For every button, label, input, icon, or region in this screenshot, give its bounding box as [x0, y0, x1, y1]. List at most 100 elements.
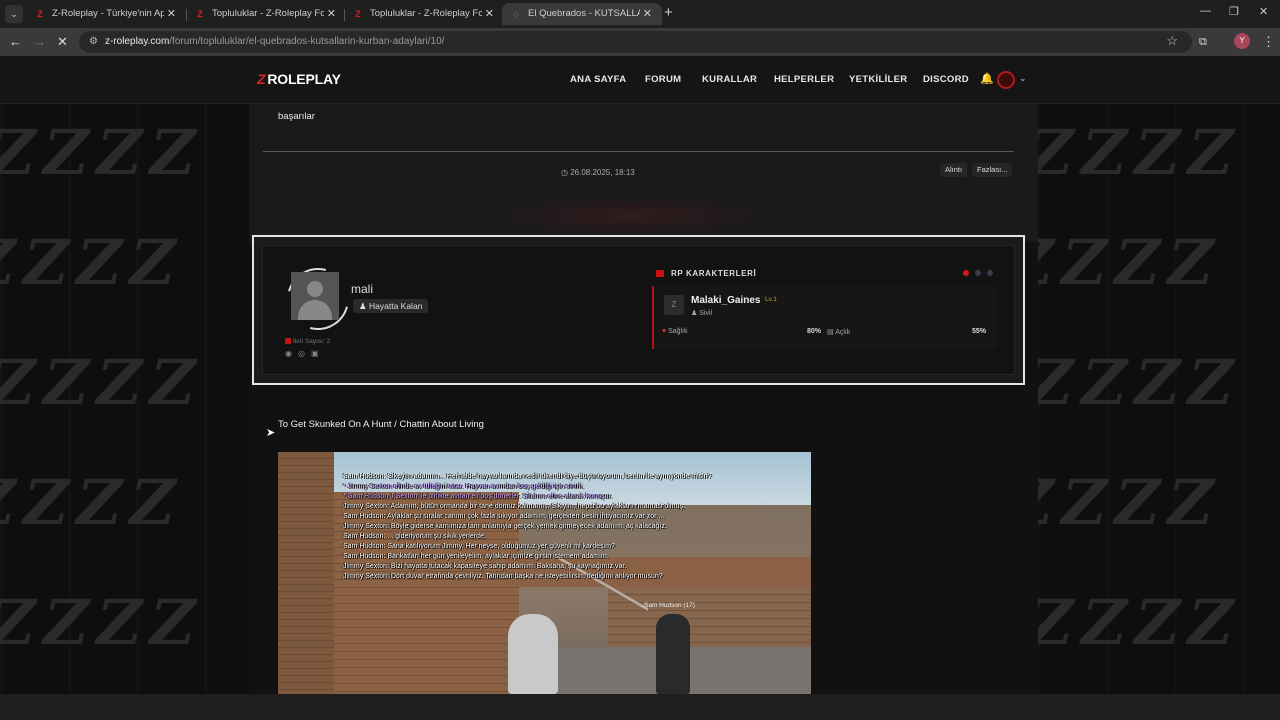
site-info-icon[interactable]: ⚙ — [87, 35, 100, 48]
tab-search-button[interactable]: ⌄ — [5, 5, 23, 23]
chat-line: Jimmy Sexton: Adamım, bütün ormanda bir … — [343, 503, 685, 510]
close-icon[interactable]: ✕ — [485, 3, 494, 25]
site-logo[interactable]: Z ROLEPLAY — [257, 71, 341, 87]
food-icon: ▤ — [827, 329, 834, 336]
rp-characters-title: RP KARAKTERLERİ — [671, 269, 757, 278]
bookmark-star-icon[interactable]: ☆ — [1166, 33, 1178, 49]
chat-line: Sam Hudson: ... gideriyorum şu sikik yer… — [343, 533, 486, 540]
instagram-icon[interactable]: ▣ — [311, 349, 319, 358]
url-path: /forum/topluluklar/el-quebrados-kutsalla… — [169, 36, 445, 47]
z-pattern-decoration: ZZZZ — [1038, 226, 1229, 299]
chat-line: Jimmy Sexton: Dört duvar etrafında çevri… — [343, 573, 663, 580]
character-name: Malaki_Gaines — [691, 295, 761, 306]
z-pattern-decoration: ZZZZ — [0, 226, 191, 299]
url-text[interactable]: z-roleplay.com/forum/topluluklar/el-queb… — [105, 36, 444, 47]
chevron-down-icon[interactable]: ⌄ — [1019, 73, 1027, 84]
close-icon[interactable]: ✕ — [327, 3, 336, 25]
post-image-game-screenshot[interactable]: Sam Hudson (17) Sam Hudson: Sikeyim adam… — [278, 452, 811, 694]
browser-profile-avatar[interactable]: Y — [1234, 33, 1250, 49]
post-date: ◷ 26.08.2025, 18:13 — [561, 168, 635, 177]
nav-ana-sayfa[interactable]: ANA SAYFA — [570, 74, 626, 85]
character-role: ♟ Sivil — [691, 309, 712, 317]
scene-character — [508, 614, 558, 694]
z-pattern-decoration: ZZZZ — [0, 346, 211, 419]
chat-line: Sam Hudson: Aylaklar şu sıralar canımı ç… — [343, 513, 665, 520]
browser-tab-active[interactable]: ◌ El Quebrados - KUTSALLARIN K ✕ — [502, 3, 662, 25]
close-window-icon[interactable]: ✕ — [1259, 5, 1268, 18]
post-text: başarılar — [278, 111, 315, 122]
post-date-text: 26.08.2025, 18:13 — [570, 168, 635, 177]
post-divider — [263, 151, 1014, 152]
forward-arrow-icon[interactable]: → — [33, 34, 46, 50]
chat-line-action: * Sam Hudson J.Sexton ile birlikte avdan… — [343, 493, 613, 500]
nav-discord[interactable]: DISCORD — [923, 74, 969, 85]
health-value: 80% — [807, 328, 822, 335]
nav-forum[interactable]: FORUM — [645, 74, 681, 85]
site-header: Z ROLEPLAY ANA SAYFA FORUM KURALLAR HELPE… — [0, 56, 1280, 104]
logo-text: ROLEPLAY — [267, 71, 341, 87]
chat-line-action: * Jimmy Sexton elinde av tüfeğini tutar.… — [343, 483, 584, 490]
health-label: Sağlık — [668, 328, 688, 335]
tab-title: Topluluklar - Z-Roleplay Forum — [212, 8, 324, 19]
z-pattern-decoration: ZZZZ — [0, 466, 191, 539]
browser-menu-icon[interactable]: ⋮ — [1262, 34, 1275, 50]
stop-loading-icon[interactable]: ✕ — [57, 34, 68, 50]
back-arrow-icon[interactable]: ← — [9, 34, 22, 50]
notification-bell-icon[interactable]: 🔔 — [980, 72, 994, 85]
person-icon: ♟ — [691, 310, 698, 317]
clock-icon: ◷ — [561, 168, 568, 177]
health-stat: ♥ Sağlık — [662, 328, 688, 335]
discord-icon[interactable]: ◉ — [285, 349, 292, 358]
hunger-stat: ▤ Açlık — [827, 328, 850, 336]
background-logo-watermark — [480, 196, 780, 236]
chat-line: Jimmy Sexton: Böyle giderse karnımıza ta… — [343, 523, 667, 530]
carousel-dot[interactable] — [975, 270, 981, 276]
quote-button[interactable]: Alıntı — [940, 163, 968, 177]
address-bar[interactable]: ⚙ z-roleplay.com/forum/topluluklar/el-qu… — [79, 31, 1192, 53]
nav-yetkililer[interactable]: YETKİLİLER — [849, 74, 907, 85]
nav-helperler[interactable]: HELPERLER — [774, 74, 834, 85]
tab-title: Topluluklar - Z-Roleplay Forum — [370, 8, 482, 19]
steam-icon[interactable]: ◎ — [298, 349, 305, 358]
carousel-dot-active[interactable] — [963, 270, 969, 276]
author-username[interactable]: mali — [351, 282, 373, 296]
restore-icon[interactable]: ❐ — [1229, 5, 1239, 18]
close-icon[interactable]: ✕ — [167, 3, 176, 25]
hunger-value: 55% — [972, 328, 987, 335]
game-chat-log: Sam Hudson: Sikeyim adamım... Herhalde h… — [343, 472, 803, 582]
more-button[interactable]: Fazlası... — [972, 163, 1013, 177]
taskbar-strip — [0, 694, 1280, 720]
minimize-icon[interactable]: — — [1200, 5, 1211, 17]
author-avatar[interactable] — [291, 272, 339, 320]
carousel-dot[interactable] — [987, 270, 993, 276]
z-pattern-decoration: ZZZZ — [1038, 586, 1249, 659]
chat-line: Sam Hudson: Sikeyim adamım... Herhalde h… — [343, 473, 712, 480]
character-card[interactable]: Z Malaki_Gaines Lv.1 ♟ Sivil ♥ Sağlık 80… — [652, 286, 997, 349]
background-pattern-left: ZZZZ ZZZZ ZZZZ ZZZZ ZZZZ — [0, 56, 250, 694]
z-logo-icon: Z — [355, 9, 361, 19]
browser-tab[interactable]: Z Z-Roleplay - Türkiye'nin Apokal ✕ — [26, 3, 186, 25]
rank-badge-label: Hayatta Kalan — [369, 301, 423, 311]
message-count: İleti Sayısı: 2 — [285, 338, 330, 345]
browser-tab[interactable]: Z Topluluklar - Z-Roleplay Forum ✕ — [344, 3, 504, 25]
chat-line: Sam Hudson: Sana katılıyorum Jimmy. Her … — [343, 543, 615, 550]
close-icon[interactable]: ✕ — [643, 3, 652, 25]
new-tab-button[interactable]: + — [664, 4, 673, 21]
z-pattern-decoration: ZZZZ — [1038, 116, 1249, 189]
logo-mark: Z — [257, 71, 266, 87]
message-count-text: İleti Sayısı: 2 — [293, 338, 331, 345]
rp-characters-header: RP KARAKTERLERİ — [656, 269, 756, 278]
z-logo-icon: Z — [197, 9, 203, 19]
extensions-icon[interactable]: ⧉ — [1199, 34, 1207, 50]
character-role-text: Sivil — [699, 310, 713, 317]
rank-badge: ♟ Hayatta Kalan — [353, 299, 429, 313]
nav-kurallar[interactable]: KURALLAR — [702, 74, 757, 85]
user-icon: ♟ — [359, 301, 367, 311]
post-title: To Get Skunked On A Hunt / Chattin About… — [278, 419, 484, 430]
z-pattern-decoration: ZZZZ — [1038, 346, 1249, 419]
background-pattern-right: ZZZZ ZZZZ ZZZZ ZZZZ ZZZZ — [1038, 56, 1280, 694]
z-pattern-decoration: ZZZZ — [0, 586, 211, 659]
user-avatar[interactable] — [997, 71, 1015, 89]
browser-tab[interactable]: Z Topluluklar - Z-Roleplay Forum ✕ — [186, 3, 346, 25]
character-avatar-icon: Z — [664, 295, 684, 315]
